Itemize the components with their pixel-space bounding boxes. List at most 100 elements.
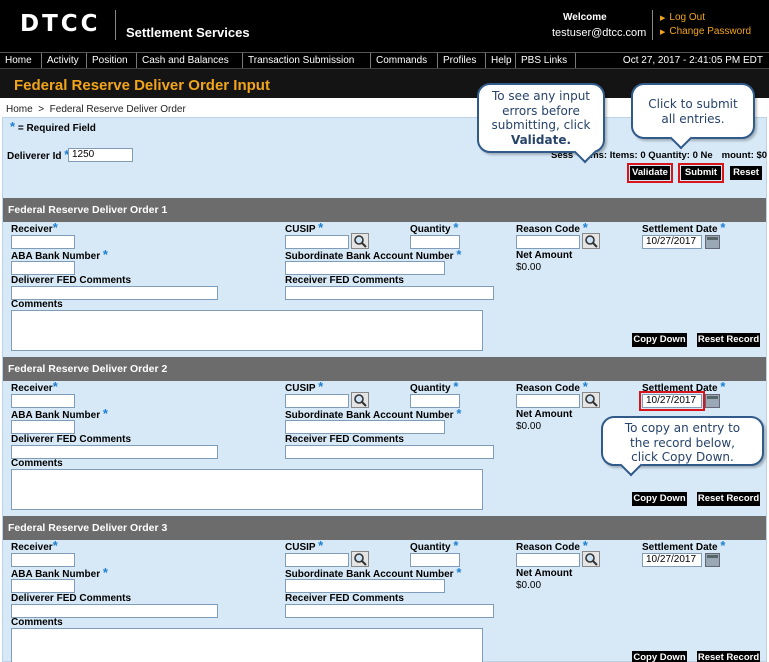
receiver-comments-input[interactable] bbox=[285, 604, 494, 618]
required-star-icon: * bbox=[52, 538, 58, 553]
main-nav: Home Activity Position Cash and Balances… bbox=[0, 52, 769, 68]
current-datetime: Oct 27, 2017 - 2:41:05 PM EDT bbox=[622, 55, 763, 66]
order-3-header: Federal Reserve Deliver Order 3 bbox=[3, 516, 766, 540]
comments-label: Comments bbox=[11, 299, 63, 310]
calendar-icon[interactable] bbox=[705, 394, 720, 408]
reset-record-button[interactable]: Reset Record bbox=[697, 651, 760, 662]
required-star-icon: * bbox=[453, 220, 459, 235]
header-divider bbox=[652, 10, 653, 40]
quantity-label: Quantity * bbox=[410, 538, 459, 553]
net-amount-label: Net Amount bbox=[516, 568, 573, 579]
required-star-icon: * bbox=[720, 220, 726, 235]
nav-commands[interactable]: Commands bbox=[371, 53, 438, 68]
validate-button[interactable]: Validate bbox=[627, 163, 673, 183]
comments-textarea[interactable] bbox=[11, 628, 483, 662]
nav-help[interactable]: Help bbox=[486, 53, 516, 68]
receiver-input[interactable] bbox=[11, 235, 75, 249]
nav-position[interactable]: Position bbox=[87, 53, 137, 68]
net-amount-value: $0.00 bbox=[516, 421, 542, 432]
sub-account-input[interactable] bbox=[285, 579, 445, 593]
settlement-date-input[interactable]: 10/27/2017 bbox=[642, 553, 702, 567]
required-star-icon: * bbox=[10, 119, 16, 134]
cusip-input[interactable] bbox=[285, 235, 349, 249]
reset-record-button[interactable]: Reset Record bbox=[697, 492, 760, 506]
search-icon[interactable] bbox=[582, 392, 600, 408]
sub-account-input[interactable] bbox=[285, 261, 445, 275]
deliverer-id-input[interactable]: 1250 bbox=[68, 148, 133, 162]
receiver-comments-label: Receiver FED Comments bbox=[285, 434, 404, 445]
copy-down-button[interactable]: Copy Down bbox=[632, 651, 687, 662]
logout-link[interactable]: ▶ Log Out bbox=[660, 12, 705, 23]
search-icon[interactable] bbox=[351, 551, 369, 567]
receiver-comments-input[interactable] bbox=[285, 445, 494, 459]
cusip-input[interactable] bbox=[285, 394, 349, 408]
change-password-link[interactable]: ▶ Change Password bbox=[660, 26, 751, 37]
reason-code-input[interactable] bbox=[516, 394, 580, 408]
welcome-text: Welcome bbox=[563, 12, 607, 23]
required-note: * = Required Field bbox=[10, 119, 96, 134]
nav-activity[interactable]: Activity bbox=[42, 53, 87, 68]
aba-input[interactable] bbox=[11, 261, 75, 275]
reset-button[interactable]: Reset bbox=[730, 166, 762, 180]
search-icon[interactable] bbox=[351, 233, 369, 249]
calendar-icon[interactable] bbox=[705, 235, 720, 249]
order-2-header: Federal Reserve Deliver Order 2 bbox=[3, 357, 766, 381]
reset-record-button[interactable]: Reset Record bbox=[697, 333, 760, 347]
submit-button[interactable]: Submit bbox=[678, 163, 724, 183]
required-star-icon: * bbox=[52, 220, 58, 235]
nav-pbs-links[interactable]: PBS Links bbox=[516, 53, 576, 68]
nav-cash-and-balances[interactable]: Cash and Balances bbox=[137, 53, 243, 68]
search-icon[interactable] bbox=[351, 392, 369, 408]
receiver-input[interactable] bbox=[11, 553, 75, 567]
breadcrumb-separator: > bbox=[38, 104, 45, 115]
validate-callout: To see any input errors before submittin… bbox=[477, 83, 605, 164]
copy-down-button[interactable]: Copy Down bbox=[632, 333, 687, 347]
nav-profiles[interactable]: Profiles bbox=[438, 53, 486, 68]
dtcc-logo: DTCC bbox=[20, 11, 101, 37]
cusip-label: CUSIP * bbox=[285, 538, 324, 553]
net-amount-label: Net Amount bbox=[516, 250, 573, 261]
submit-callout: Click to submit all entries. bbox=[631, 83, 755, 150]
calendar-icon[interactable] bbox=[705, 553, 720, 567]
deliverer-id-label: Deliverer Id * bbox=[7, 147, 70, 162]
required-star-icon: * bbox=[52, 379, 58, 394]
reason-code-input[interactable] bbox=[516, 553, 580, 567]
required-star-icon: * bbox=[456, 565, 462, 580]
quantity-input[interactable] bbox=[410, 235, 460, 249]
cusip-label: CUSIP * bbox=[285, 379, 324, 394]
cusip-input[interactable] bbox=[285, 553, 349, 567]
search-icon[interactable] bbox=[582, 233, 600, 249]
quantity-input[interactable] bbox=[410, 553, 460, 567]
search-icon[interactable] bbox=[582, 551, 600, 567]
required-star-icon: * bbox=[720, 379, 726, 394]
deliverer-comments-input[interactable] bbox=[11, 604, 218, 618]
comments-textarea[interactable] bbox=[11, 310, 483, 351]
settlement-date-input[interactable]: 10/27/2017 bbox=[639, 391, 705, 411]
copy-down-button[interactable]: Copy Down bbox=[632, 492, 687, 506]
required-star-icon: * bbox=[456, 406, 462, 421]
deliverer-comments-input[interactable] bbox=[11, 445, 218, 459]
copy-down-callout: To copy an entry to the record below, cl… bbox=[601, 416, 764, 477]
reason-code-input[interactable] bbox=[516, 235, 580, 249]
nav-home[interactable]: Home bbox=[0, 53, 42, 68]
arrow-right-icon: ▶ bbox=[660, 29, 666, 36]
deliverer-comments-input[interactable] bbox=[11, 286, 218, 300]
reason-code-label: Reason Code * bbox=[516, 538, 588, 553]
receiver-input[interactable] bbox=[11, 394, 75, 408]
breadcrumb-current: Federal Reserve Deliver Order bbox=[49, 104, 186, 115]
aba-input[interactable] bbox=[11, 579, 75, 593]
sub-account-input[interactable] bbox=[285, 420, 445, 434]
logo-divider bbox=[115, 10, 116, 40]
required-star-icon: * bbox=[720, 538, 726, 553]
quantity-input[interactable] bbox=[410, 394, 460, 408]
app-name: Settlement Services bbox=[126, 25, 250, 40]
required-star-icon: * bbox=[318, 220, 324, 235]
top-header: DTCC Settlement Services Welcome testuse… bbox=[0, 0, 769, 52]
receiver-comments-input[interactable] bbox=[285, 286, 494, 300]
comments-textarea[interactable] bbox=[11, 469, 483, 510]
required-star-icon: * bbox=[102, 247, 108, 262]
breadcrumb-home[interactable]: Home bbox=[6, 104, 33, 115]
nav-transaction-submission[interactable]: Transaction Submission bbox=[243, 53, 371, 68]
aba-input[interactable] bbox=[11, 420, 75, 434]
settlement-date-input[interactable]: 10/27/2017 bbox=[642, 235, 702, 249]
